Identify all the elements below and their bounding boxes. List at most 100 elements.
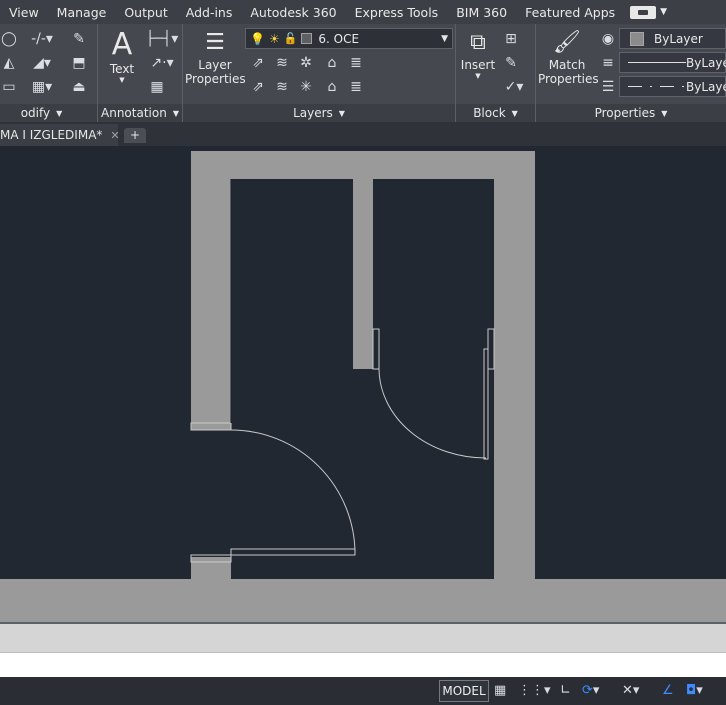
color-wheel-icon: ◉ [601,31,615,47]
wall-bottom [0,579,726,622]
fillet-icon[interactable]: ◢▾ [28,54,56,72]
color-dropdown[interactable]: ByLayer [619,28,726,49]
offset-icon[interactable]: ⏏ [70,78,88,96]
layer-unlock-icon[interactable]: ⌂ [323,78,341,96]
chevron-down-icon: ▼ [441,33,448,44]
lineweight-value: ByLayer [686,55,726,70]
isodraft-icon[interactable]: ✕▾ [622,681,656,701]
match-properties-button[interactable]: 🖌 Match Properties [538,28,599,86]
layer-make-current-icon[interactable]: ⇗ [249,78,267,96]
chevron-down-icon: ▼ [119,76,125,84]
annotation-panel-title[interactable]: Annotation ▼ [98,104,182,122]
chevron-down-icon[interactable]: ▼ [660,7,667,17]
close-icon[interactable]: ✕ [110,129,119,142]
menu-add-ins[interactable]: Add-ins [177,5,242,20]
dimension-icon[interactable]: ├─┤▾ [146,30,178,48]
create-block-icon[interactable]: ⊞ [502,30,520,48]
layer-match-icon[interactable]: ⇗ [249,54,267,72]
linetype-preview [628,86,686,87]
door-leaf-right [483,348,489,460]
rectangle-icon[interactable]: ▭ [0,78,18,96]
layer-thaw-icon[interactable]: ✳ [297,78,315,96]
brush-icon[interactable]: ✎ [70,30,88,48]
mirror-icon[interactable]: ◭ [0,54,18,72]
layer-color-swatch [301,33,313,44]
chevron-down-icon: ▼ [475,72,481,80]
edit-attributes-icon[interactable]: ✓▾ [500,78,528,96]
menu-featured-apps[interactable]: Featured Apps [516,5,624,20]
layers-panel-title[interactable]: Layers ▼ [183,104,455,122]
layer-previous-icon[interactable]: ≋ [273,54,291,72]
drawing-canvas[interactable] [0,146,726,622]
menu-bim-360[interactable]: BIM 360 [447,5,516,20]
file-tab-label: MA I IZGLEDIMA* [0,128,103,142]
wall-left-upper [191,151,231,430]
match-properties-label-1: Match [548,58,586,72]
command-input[interactable] [0,652,726,677]
chevron-down-icon: ▼ [172,108,179,118]
wall-partition [353,179,373,369]
layer-freeze-icon[interactable]: ≋ [273,78,291,96]
grid-icon[interactable]: ▦ [494,681,506,701]
layer-isolate-icon[interactable]: ✲ [297,54,315,72]
menu-view[interactable]: View [0,5,48,20]
ortho-icon[interactable]: ∟ [560,681,571,701]
chevron-down-icon: ▼ [511,108,518,118]
model-space-button[interactable]: MODEL [439,680,489,702]
chevron-down-icon: ▼ [661,108,668,118]
text-button[interactable]: A Text ▼ [102,27,142,85]
layer-properties-label-2: Properties [185,72,246,86]
insert-button[interactable]: ⧉ Insert ▼ [458,28,498,80]
door-jamb-partition [372,328,380,370]
lineweight-dropdown[interactable]: ByLayer [619,52,726,73]
circle-icon[interactable]: ◯ [0,30,18,48]
polar-tracking-icon[interactable]: ⟳▾ [582,681,616,701]
new-tab-button[interactable]: + [124,128,146,143]
walls [0,151,726,622]
linetype-icon: ☰ [601,79,615,95]
layer-properties-button[interactable]: ☰ Layer Properties [185,28,246,86]
insert-block-icon: ⧉ [470,30,486,55]
stretch-icon[interactable]: ⬒ [70,54,88,72]
modify-panel-title[interactable]: odify ▼ [0,104,97,122]
layers-title-label: Layers [293,106,333,120]
linetype-dropdown[interactable]: ByLayer [619,76,726,97]
layers-panel: ☰ Layer Properties 💡 ☀ 🔓 6. OCE ▼ ⇗ ≋ ✲ … [183,24,456,122]
file-tab[interactable]: MA I IZGLEDIMA* ✕ [0,124,120,146]
layer-dropdown[interactable]: 💡 ☀ 🔓 6. OCE ▼ [245,28,453,49]
menu-express-tools[interactable]: Express Tools [346,5,448,20]
menu-autodesk-360[interactable]: Autodesk 360 [241,5,345,20]
block-panel-title[interactable]: Block ▼ [456,104,535,122]
menu-output[interactable]: Output [115,5,176,20]
snap-icon[interactable]: ⋮⋮▾ [518,681,551,701]
edit-block-icon[interactable]: ✎ [502,54,520,72]
ribbon: ◯ -/-▾ ✎ ◭ ◢▾ ⬒ ▭ ▦▾ ⏏ odify ▼ A Text ▼ … [0,24,726,122]
layer-merge-icon[interactable]: ≣ [347,78,365,96]
color-value: ByLayer [654,31,703,46]
trim-icon[interactable]: -/-▾ [28,30,56,48]
unlock-icon: 🔓 [283,32,298,45]
text-icon: A [111,27,133,62]
block-panel: ⧉ Insert ▼ ⊞ ✎ ✓▾ Block ▼ [456,24,536,122]
layer-walk-icon[interactable]: ≣ [347,54,365,72]
properties-title-label: Properties [594,106,656,120]
plus-icon: + [129,128,141,142]
menu-manage[interactable]: Manage [48,5,116,20]
array-icon[interactable]: ▦▾ [28,78,56,96]
object-snap-icon[interactable]: ◘▾ [686,681,720,701]
table-icon[interactable]: ▦ [148,78,166,96]
wall-left-lower [191,557,231,581]
layer-lock-icon[interactable]: ⌂ [323,54,341,72]
modify-title-label: odify [20,106,51,120]
floor-plan-drawing [0,151,726,622]
insert-label: Insert [460,58,496,72]
properties-panel-title[interactable]: Properties ▼ [536,104,726,122]
leader-icon[interactable]: ↗·▾ [146,54,178,72]
ribbon-toggle-icon[interactable] [630,5,657,19]
chevron-down-icon: ▼ [56,108,63,118]
chevron-down-icon: ▼ [338,108,345,118]
door-leaf-left [230,548,356,556]
lineweight-icon: ≡ [602,55,614,71]
text-button-label: Text [109,62,135,76]
object-snap-tracking-icon[interactable]: ∠ [662,681,674,701]
